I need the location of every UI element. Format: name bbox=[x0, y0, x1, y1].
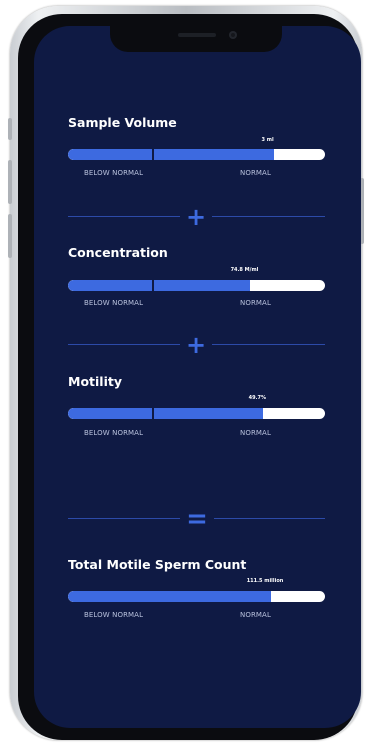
equals-separator-line-right bbox=[214, 518, 325, 519]
total-motile-sperm-count-value: 111.5 million bbox=[246, 578, 284, 584]
plus-separator-line-left bbox=[68, 344, 180, 345]
sample-volume-bar-divider bbox=[152, 149, 154, 160]
plus-icon: + bbox=[186, 331, 207, 359]
equals-separator-line-left bbox=[68, 518, 180, 519]
total-motile-sperm-count-normal-label: NORMAL bbox=[240, 611, 271, 619]
concentration-below-normal-label: BELOW NORMAL bbox=[84, 299, 144, 307]
sample-volume-normal-label: NORMAL bbox=[240, 169, 271, 177]
sample-volume-below-normal-label: BELOW NORMAL bbox=[84, 169, 144, 177]
motility-below-normal-label: BELOW NORMAL bbox=[84, 429, 144, 437]
motility-bar bbox=[68, 408, 325, 419]
mute-switch bbox=[8, 118, 12, 140]
total-motile-sperm-count-title: Total Motile Sperm Count bbox=[68, 557, 247, 572]
sample-volume-bar-fill bbox=[68, 149, 274, 160]
volume-up-button bbox=[8, 160, 12, 204]
volume-down-button bbox=[8, 214, 12, 258]
sample-volume-value: 3 ml bbox=[261, 137, 274, 143]
concentration-bar-fill bbox=[68, 280, 251, 291]
sample-volume-bar bbox=[68, 149, 325, 160]
concentration-bar bbox=[68, 280, 325, 291]
total-motile-sperm-count-bar bbox=[68, 591, 325, 602]
motility-normal-label: NORMAL bbox=[240, 429, 271, 437]
plus-separator-line-left bbox=[68, 216, 180, 217]
front-camera-icon bbox=[229, 31, 237, 39]
motility-title: Motility bbox=[68, 374, 122, 389]
plus-separator-line-right bbox=[212, 344, 325, 345]
speaker-grille bbox=[178, 33, 216, 37]
equals-icon: = bbox=[186, 504, 208, 534]
total-motile-sperm-count-below-normal-label: BELOW NORMAL bbox=[84, 611, 144, 619]
motility-bar-fill bbox=[68, 408, 264, 419]
concentration-value: 74.8 M/ml bbox=[230, 267, 259, 273]
plus-separator-line-right bbox=[212, 216, 325, 217]
sample-volume-title: Sample Volume bbox=[68, 115, 177, 130]
concentration-normal-label: NORMAL bbox=[240, 299, 271, 307]
motility-value: 49.7% bbox=[248, 395, 266, 401]
concentration-bar-divider bbox=[152, 280, 154, 291]
concentration-title: Concentration bbox=[68, 245, 168, 260]
plus-icon: + bbox=[186, 203, 207, 231]
notch bbox=[110, 26, 282, 52]
total-motile-sperm-count-bar-fill bbox=[68, 591, 272, 602]
motility-bar-divider bbox=[152, 408, 154, 419]
